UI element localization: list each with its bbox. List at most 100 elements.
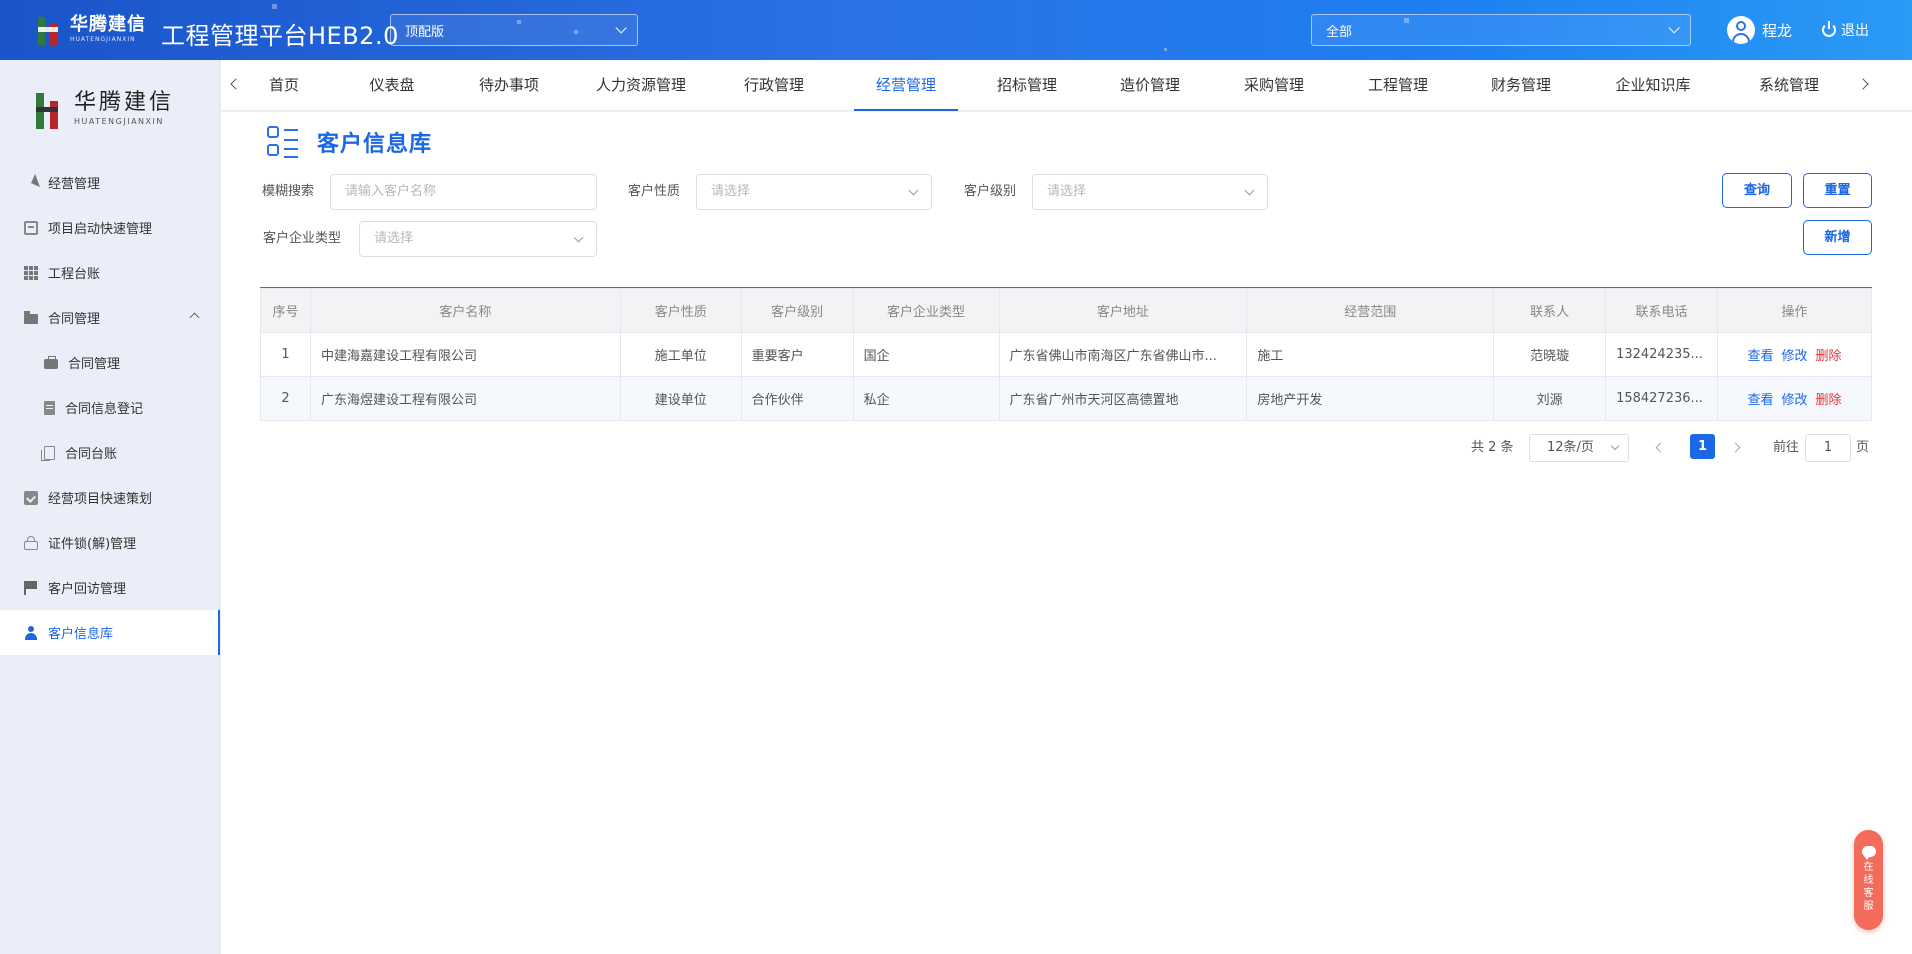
view-button[interactable]: 查看	[1747, 393, 1773, 408]
customer-nature-placeholder: 请选择	[711, 184, 751, 199]
sidebar-item-business[interactable]: 经营管理	[0, 160, 220, 205]
col-header: 序号	[260, 288, 311, 333]
sidebar-item-customer-info[interactable]: 客户信息库	[0, 610, 220, 655]
user-name[interactable]: 程龙	[1762, 20, 1792, 41]
tab-bidding[interactable]: 招标管理	[989, 60, 1065, 111]
sidebar-item-label: 经营管理	[48, 177, 101, 192]
tab-todo[interactable]: 待办事项	[469, 60, 549, 111]
sidebar: 华腾建信 HUATENGJIANXIN 经营管理 项目启动快速管理 工程台账 合…	[0, 60, 220, 954]
sidebar-item-contract-management[interactable]: 合同管理	[0, 340, 220, 385]
sidebar-item-quick-planning[interactable]: 经营项目快速策划	[0, 475, 220, 520]
cell-contact: 刘源	[1493, 376, 1607, 421]
tab-hr[interactable]: 人力资源管理	[591, 60, 691, 111]
tab-admin[interactable]: 行政管理	[736, 60, 812, 111]
sidebar-item-contract-group[interactable]: 合同管理	[0, 295, 220, 340]
top-nav: 首页 仪表盘 待办事项 人力资源管理 行政管理 经营管理 招标管理 造价管理 采…	[221, 60, 1912, 111]
reset-button[interactable]: 重置	[1803, 173, 1872, 208]
logo-mark-icon	[38, 13, 66, 45]
tab-system[interactable]: 系统管理	[1751, 60, 1827, 111]
cell-enterprise-type: 国企	[852, 332, 1000, 377]
sidebar-item-contract-registration[interactable]: 合同信息登记	[0, 385, 220, 430]
cell-customer-name: 广东海煜建设工程有限公司	[309, 376, 621, 421]
tab-business[interactable]: 经营管理	[854, 60, 958, 111]
chevron-down-icon	[1668, 22, 1680, 34]
sidebar-item-label: 合同台账	[65, 447, 118, 462]
user-icon	[24, 625, 38, 640]
edit-button[interactable]: 修改	[1781, 349, 1807, 364]
version-select[interactable]: 顶配版	[390, 14, 638, 46]
customer-table: 序号 客户名称 客户性质 客户级别 客户企业类型 客户地址 经营范围 联系人 联…	[260, 288, 1872, 421]
customer-name-input[interactable]: 请输入客户名称	[330, 174, 597, 210]
online-service-label: 在线客服	[1863, 862, 1874, 912]
cell-nature: 施工单位	[619, 332, 742, 377]
sidebar-item-label: 客户信息库	[48, 627, 114, 642]
tab-dashboard[interactable]: 仪表盘	[362, 60, 422, 111]
delete-button[interactable]: 删除	[1816, 393, 1842, 408]
scope-select-value: 全部	[1326, 24, 1353, 40]
logout-button[interactable]: 退出	[1841, 20, 1869, 40]
goto-page-input[interactable]: 1	[1805, 434, 1851, 462]
tab-knowledge[interactable]: 企业知识库	[1605, 60, 1701, 111]
cell-scope: 房地产开发	[1246, 376, 1495, 421]
sidebar-logo-en: HUATENGJIANXIN	[74, 117, 164, 126]
col-header: 客户性质	[619, 288, 742, 333]
sidebar-item-label: 合同管理	[68, 357, 121, 372]
sidebar-item-certificate-lock[interactable]: 证件锁(解)管理	[0, 520, 220, 565]
customer-nature-select[interactable]: 请选择	[696, 174, 932, 210]
cell-nature: 建设单位	[619, 376, 742, 421]
view-button[interactable]: 查看	[1747, 349, 1773, 364]
tab-cost[interactable]: 造价管理	[1112, 60, 1188, 111]
sidebar-item-project-ledger[interactable]: 工程台账	[0, 250, 220, 295]
chevron-left-icon[interactable]	[230, 78, 242, 90]
page-header: 客户信息库	[267, 126, 432, 158]
table-header-row: 序号 客户名称 客户性质 客户级别 客户企业类型 客户地址 经营范围 联系人 联…	[260, 288, 1872, 333]
sidebar-item-project-start[interactable]: 项目启动快速管理	[0, 205, 220, 250]
sidebar-item-label: 证件锁(解)管理	[48, 537, 137, 552]
delete-button[interactable]: 删除	[1816, 349, 1842, 364]
chevron-down-icon	[908, 185, 919, 196]
col-header: 客户级别	[740, 288, 854, 333]
chevron-right-icon[interactable]	[1730, 442, 1741, 453]
scope-select[interactable]: 全部	[1311, 14, 1691, 46]
customer-level-placeholder: 请选择	[1047, 184, 1087, 199]
edit-button[interactable]: 修改	[1781, 393, 1807, 408]
sidebar-logo-cn: 华腾建信	[74, 90, 175, 115]
customer-level-select[interactable]: 请选择	[1032, 174, 1268, 210]
sidebar-item-customer-visit[interactable]: 客户回访管理	[0, 565, 220, 610]
sidebar-item-contract-ledger[interactable]: 合同台账	[0, 430, 220, 475]
sidebar-item-label: 合同管理	[48, 312, 101, 327]
enterprise-type-placeholder: 请选择	[374, 231, 414, 246]
chat-bubble-icon	[1861, 846, 1876, 860]
col-header: 客户企业类型	[852, 288, 1000, 333]
page-number-current[interactable]: 1	[1690, 434, 1715, 459]
logo-mark-icon	[36, 89, 68, 129]
add-button[interactable]: 新增	[1803, 220, 1872, 255]
power-icon[interactable]	[1822, 21, 1837, 37]
cell-level: 重要客户	[740, 332, 854, 377]
page-size-select[interactable]: 12条/页	[1529, 434, 1629, 462]
folder-icon	[24, 311, 38, 324]
cell-contact: 范晓璇	[1493, 332, 1607, 377]
cell-no: 1	[260, 332, 311, 377]
online-service-button[interactable]: 在线客服	[1854, 830, 1883, 930]
col-header: 联系电话	[1605, 288, 1718, 333]
tab-home[interactable]: 首页	[261, 60, 307, 111]
page-suffix: 页	[1856, 440, 1870, 455]
query-button[interactable]: 查询	[1722, 173, 1792, 208]
version-select-value: 顶配版	[405, 24, 445, 40]
pagination-total: 共 2 条	[1471, 440, 1514, 455]
enterprise-type-select[interactable]: 请选择	[359, 221, 597, 257]
cell-enterprise-type: 私企	[852, 376, 1000, 421]
avatar[interactable]	[1727, 16, 1755, 44]
top-header: 华腾建信 HUATENGJIANXIN 工程管理平台HEB2.0 顶配版 全部 …	[0, 0, 1912, 60]
col-header: 经营范围	[1246, 288, 1495, 333]
chevron-left-icon[interactable]	[1655, 442, 1666, 453]
chevron-down-icon	[1610, 441, 1620, 451]
cell-scope: 施工	[1246, 332, 1495, 377]
tab-purchase[interactable]: 采购管理	[1236, 60, 1312, 111]
chevron-right-icon[interactable]	[1857, 78, 1869, 90]
tab-engineering[interactable]: 工程管理	[1360, 60, 1436, 111]
tab-finance[interactable]: 财务管理	[1483, 60, 1559, 111]
send-icon	[22, 173, 40, 192]
col-header: 联系人	[1493, 288, 1607, 333]
